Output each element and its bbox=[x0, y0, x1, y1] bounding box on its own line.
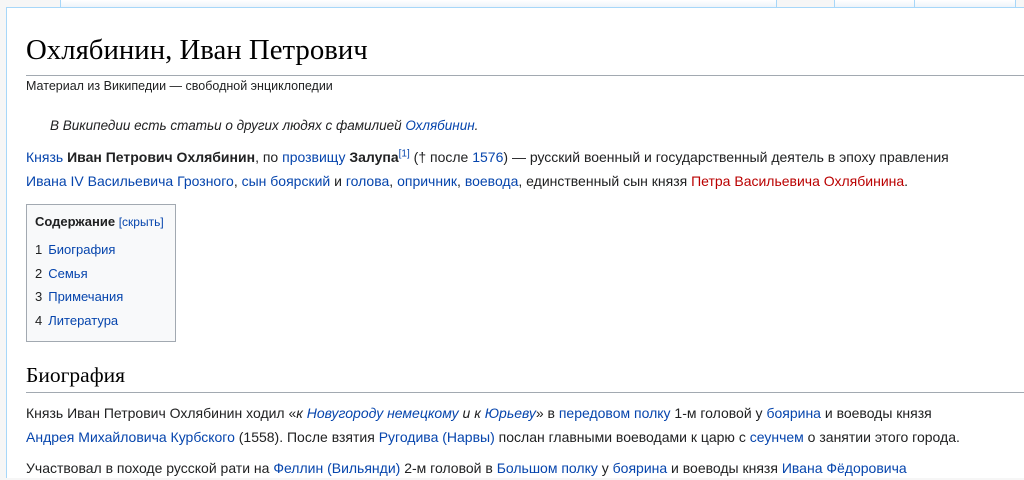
toc-number: 3 bbox=[35, 289, 43, 304]
toc-number: 4 bbox=[35, 312, 43, 328]
lead-text: и bbox=[330, 173, 346, 189]
bio-text: послан главными воеводами к царю с bbox=[494, 429, 750, 445]
reference-1-link[interactable]: [1] bbox=[399, 148, 410, 159]
toc-hide-toggle[interactable]: [скрыть] bbox=[119, 215, 164, 229]
kurbsky-link[interactable]: Андрея Михайловича Курбского bbox=[26, 429, 235, 445]
hatnote-text: В Википедии есть статьи о других людях с… bbox=[50, 118, 406, 133]
yuryev-link[interactable]: Юрьеву bbox=[485, 405, 536, 421]
toc-number: 1 bbox=[35, 242, 43, 257]
toc-header: Содержание [скрыть] bbox=[35, 214, 167, 229]
year-link[interactable]: 1576 bbox=[472, 149, 503, 165]
forward-regiment-link[interactable]: передовом полку bbox=[559, 405, 671, 421]
rugodiv-link[interactable]: Ругодива (Нарвы) bbox=[379, 429, 495, 445]
bio-text: к bbox=[296, 405, 307, 421]
tab-right[interactable] bbox=[834, 0, 916, 7]
seunch-link[interactable]: сеунчем bbox=[750, 429, 804, 445]
hatnote: В Википедии есть статьи о других людях с… bbox=[50, 118, 478, 133]
toc-number: 2 bbox=[35, 265, 43, 281]
quote-italic: к Новугороду немецкому и к Юрьеву bbox=[296, 405, 536, 421]
bio-text: Участвовал в походе русской рати на bbox=[26, 460, 274, 476]
tab-left[interactable] bbox=[60, 0, 777, 7]
bio-text: и к bbox=[458, 405, 485, 421]
lead-text: , bbox=[457, 173, 465, 189]
page-title: Охлябинин, Иван Петрович bbox=[26, 34, 368, 66]
lead-text: , bbox=[233, 173, 242, 189]
toc-link[interactable]: Семья bbox=[48, 266, 87, 281]
bio-text: о занятии этого города. bbox=[803, 429, 960, 445]
site-tagline: Материал из Википедии — свободной энцикл… bbox=[26, 79, 333, 93]
toc-link[interactable]: Примечания bbox=[48, 289, 123, 304]
voevoda-link[interactable]: воевода bbox=[465, 173, 519, 189]
lead-text: ) — русский военный и государственный де… bbox=[503, 149, 949, 165]
subject-name: Иван Петрович Охлябинин bbox=[67, 149, 256, 165]
toc-link[interactable]: Биография bbox=[48, 242, 115, 257]
hatnote-surname-link[interactable]: Охлябинин bbox=[405, 118, 474, 133]
lead-text: . bbox=[904, 173, 909, 189]
novgorod-link[interactable]: Новугороду немецкому bbox=[307, 405, 459, 421]
oprichnik-link[interactable]: опричник bbox=[397, 173, 457, 189]
big-regiment-link[interactable]: Большом полку bbox=[497, 460, 598, 476]
lead-text: († после bbox=[409, 149, 473, 165]
toc-link[interactable]: Литература bbox=[48, 313, 118, 328]
table-of-contents: Содержание [скрыть] 1 Биография 2 Семья 3П… bbox=[26, 204, 176, 342]
bio-text: » в bbox=[535, 405, 559, 421]
boyar-link[interactable]: боярина bbox=[766, 405, 821, 421]
father-redlink[interactable]: Петра Васильевича Охлябинина bbox=[691, 173, 904, 189]
nickname: Залупа bbox=[349, 149, 399, 165]
toc-item-notes[interactable]: 3 Примечания bbox=[35, 285, 167, 309]
tsar-link[interactable]: Ивана IV Васильевича Грозного bbox=[26, 173, 234, 189]
article-content: Охлябинин, Иван Петрович Материал из Вик… bbox=[6, 7, 1024, 478]
lead-paragraph: Князь Иван Петрович Охлябинин, по прозви… bbox=[26, 145, 1024, 193]
nickname-link[interactable]: прозвищу bbox=[282, 149, 345, 165]
bio-text: Князь Иван Петрович Охлябинин ходил « bbox=[26, 405, 297, 421]
bio-text: 1-м головой у bbox=[670, 405, 767, 421]
knyaz-link[interactable]: Князь bbox=[26, 149, 63, 165]
bio-text: 2-м головой в bbox=[400, 460, 497, 476]
bio-text: у bbox=[597, 460, 613, 476]
boyar-link-2[interactable]: боярина bbox=[613, 460, 668, 476]
biography-paragraph-2: Участвовал в походе русской рати на Фелл… bbox=[26, 456, 1024, 480]
lead-text: , bbox=[389, 173, 398, 189]
golova-link[interactable]: голова bbox=[346, 173, 389, 189]
toc-item-biography[interactable]: 1 Биография bbox=[35, 238, 167, 262]
lead-text: , единственный сын князя bbox=[518, 173, 692, 189]
lead-text: , по bbox=[255, 149, 283, 165]
boyar-son-link[interactable]: сын боярский bbox=[242, 173, 331, 189]
bio-text: и воеводы князя bbox=[667, 460, 782, 476]
tab-right-2[interactable] bbox=[914, 0, 1016, 7]
biography-paragraph-1: Князь Иван Петрович Охлябинин ходил «к Н… bbox=[26, 401, 1024, 449]
section-heading-biography: Биография bbox=[26, 363, 126, 387]
section-divider bbox=[26, 392, 1024, 393]
fellin-link[interactable]: Феллин (Вильянди) bbox=[273, 460, 400, 476]
hatnote-end: . bbox=[474, 118, 479, 133]
toc-item-literature[interactable]: 4 Литература bbox=[35, 309, 167, 333]
toc-title: Содержание bbox=[35, 214, 116, 229]
bio-text: (1558). После взятия bbox=[234, 429, 379, 445]
ivan-fedorovich-link[interactable]: Ивана Фёдоровича bbox=[782, 460, 907, 476]
title-divider bbox=[26, 75, 1024, 76]
toc-item-family[interactable]: 2 Семья bbox=[35, 262, 167, 286]
bio-text: и воеводы князя bbox=[820, 405, 932, 421]
